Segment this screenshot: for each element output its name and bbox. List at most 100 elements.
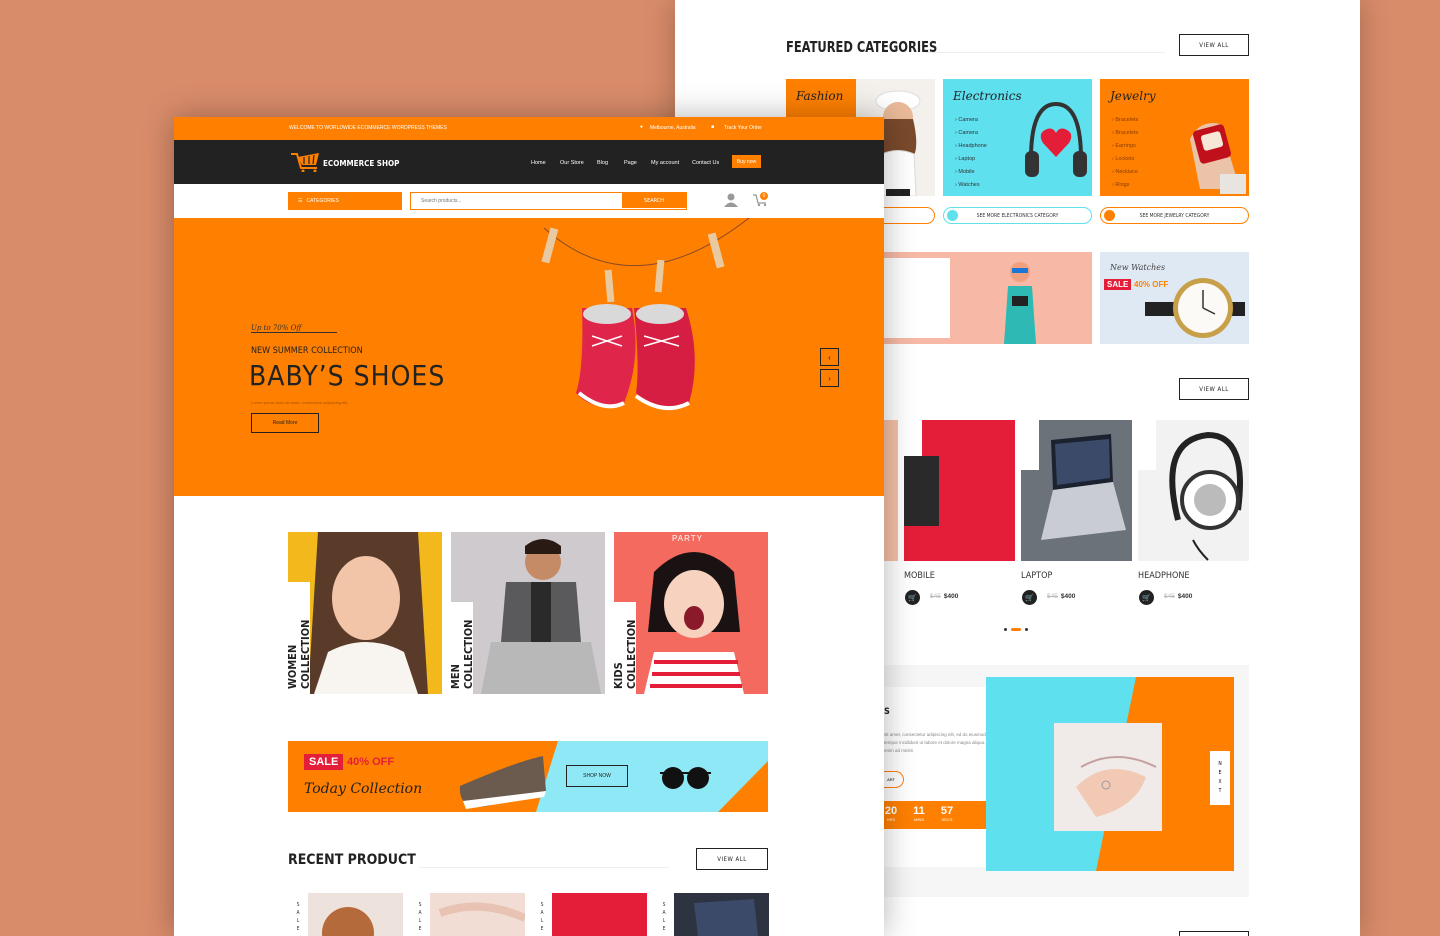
nav-blog[interactable]: Blog	[597, 160, 608, 166]
recent-product-image[interactable]	[410, 893, 525, 936]
deal-heading: S	[884, 707, 890, 717]
view-all-button[interactable]: VIEW ALL	[1179, 378, 1249, 400]
carousel-dot[interactable]	[1025, 628, 1028, 631]
user-icon[interactable]	[724, 193, 738, 207]
product-image-partial	[884, 420, 898, 561]
deal-text: sit amet, consectetur adipiscing elit, e…	[884, 732, 992, 753]
carousel-dot-active[interactable]	[1011, 628, 1021, 631]
top-bar: WELCOME TO WORLDWIDE ECOMMERCE WORDPRESS…	[174, 117, 884, 140]
see-more-electronics-button[interactable]: SEE MORE ELECTRONICS CATEGORY	[943, 207, 1092, 224]
watch-image	[1145, 278, 1245, 338]
recent-product-image[interactable]	[288, 893, 403, 936]
cart-icon[interactable]: 🛒	[905, 590, 920, 605]
arrow-icon	[1104, 210, 1115, 221]
category-list: Bracelets Bracelets Earrings Lockets Nec…	[1112, 114, 1138, 192]
read-more-button[interactable]: Read More	[251, 413, 319, 433]
headphone-product-image[interactable]	[1138, 420, 1249, 561]
mobile-product-image[interactable]	[904, 420, 1015, 561]
nav-our-store[interactable]: Our Store	[560, 160, 584, 166]
banner-panel	[884, 258, 950, 338]
men-collection-card[interactable]: MEN COLLECTION	[451, 532, 605, 694]
nav-my-account[interactable]: My account	[651, 160, 679, 166]
category-link[interactable]: Earrings	[1112, 140, 1138, 153]
main-navbar: ECOMMERCE SHOP Home Our Store Blog Page …	[174, 140, 884, 184]
recent-product-image[interactable]	[654, 893, 769, 936]
collection-label-box: MEN COLLECTION	[451, 602, 475, 694]
product-name[interactable]: LAPTOP	[1021, 571, 1052, 581]
category-link[interactable]: Camera	[955, 114, 987, 127]
nav-contact-us[interactable]: Contact Us	[692, 160, 719, 166]
woman-with-phone-image	[1004, 262, 1036, 344]
category-title: Fashion	[796, 89, 844, 103]
category-card-jewelry[interactable]: Jewelry Bracelets Bracelets Earrings Loc…	[1100, 79, 1249, 196]
recent-product-image[interactable]	[532, 893, 647, 936]
recent-product-title: RECENT PRODUCT	[288, 852, 416, 868]
hero-offer: Up to 70% Off	[251, 324, 338, 333]
discount-text: 40% OFF	[347, 756, 395, 768]
search-input[interactable]	[411, 193, 621, 208]
cart-logo-icon	[291, 153, 319, 172]
sale-badge: SALE	[304, 754, 344, 770]
categories-label: CATEGORIES	[306, 198, 339, 204]
category-link[interactable]: Headphone	[955, 140, 986, 153]
category-link[interactable]: Bracelets	[1112, 127, 1138, 140]
carousel-dot[interactable]	[1004, 628, 1007, 631]
promo-banner[interactable]: SALE 40% OFF Today Collection SHOP NOW	[288, 741, 768, 812]
category-link[interactable]: Mobile	[955, 166, 987, 179]
see-more-jewelry-button[interactable]: SEE MORE JEWELRY CATEGORY	[1100, 207, 1249, 224]
countdown-item: 57 SECS	[940, 805, 954, 822]
product-name[interactable]: HEADPHONE	[1138, 571, 1190, 581]
hero-title: BABY’S SHOES	[249, 359, 446, 392]
countdown-item: 20 HRS	[884, 805, 898, 822]
watch-banner[interactable]: New Watches SALE 40% OFF	[1100, 252, 1249, 344]
cart-icon[interactable]: 🛒	[1022, 590, 1037, 605]
buy-now-button[interactable]: Buy now	[732, 155, 761, 168]
category-link[interactable]: Rings	[1112, 179, 1138, 192]
shop-now-button[interactable]: SHOP NOW	[566, 765, 628, 787]
track-order-link[interactable]: Track Your Order	[724, 125, 762, 131]
search-button[interactable]: SEARCH	[622, 193, 686, 208]
welcome-text: WELCOME TO WORLDWIDE ECOMMERCE WORDPRESS…	[289, 125, 447, 131]
category-link[interactable]: Necklace	[1112, 166, 1138, 179]
category-link[interactable]: Laptop	[955, 153, 987, 166]
product-price: $45 $400	[930, 593, 959, 600]
women-collection-card[interactable]: WOMEN COLLECTION	[288, 532, 442, 694]
slider-prev-button[interactable]: ‹	[820, 348, 839, 366]
next-button[interactable]: NEXT	[1210, 751, 1230, 805]
category-list: Camera Camera Headphone Laptop Mobile Wa…	[955, 114, 987, 192]
hero-slider: Up to 70% Off NEW SUMMER COLLECTION BABY…	[174, 218, 884, 496]
category-link[interactable]: Bracelets	[1112, 114, 1138, 127]
product-name[interactable]: MOBILE	[904, 571, 935, 581]
category-link[interactable]: Camera	[955, 127, 987, 140]
category-link[interactable]: Watches	[955, 179, 987, 192]
countdown-timer: 20 HRS 11 MINS 57 SECS	[884, 801, 992, 829]
nav-home[interactable]: Home	[531, 160, 546, 166]
promo-background	[288, 741, 768, 812]
categories-button[interactable]: ☰ CATEGORIES	[288, 192, 402, 210]
laptop-product-image[interactable]	[1021, 420, 1132, 561]
cart-count-badge: 0	[760, 192, 768, 200]
cart-icon[interactable]: 🛒	[1139, 590, 1154, 605]
countdown-item: 11 MINS	[913, 805, 925, 822]
category-title: Electronics	[953, 89, 1022, 103]
category-card-electronics[interactable]: Electronics Camera Camera Headphone Lapt…	[943, 79, 1092, 196]
promo-script: Today Collection	[304, 781, 423, 797]
menu-icon: ☰	[298, 198, 303, 204]
logo-text[interactable]: ECOMMERCE SHOP	[323, 159, 399, 168]
headphones-image	[1025, 101, 1087, 177]
view-all-button[interactable]: VIEW ALL	[696, 848, 768, 870]
featured-categories-title: FEATURED CATEGORIES	[786, 38, 938, 56]
category-link[interactable]: Lockets	[1112, 153, 1138, 166]
deal-section: S sit amet, consectetur adipiscing elit,…	[874, 665, 1249, 897]
view-all-button-partial[interactable]	[1179, 931, 1249, 936]
nav-page[interactable]: Page	[624, 160, 637, 166]
slider-next-button[interactable]: ›	[820, 369, 839, 387]
collection-label-box: KIDS COLLECTION	[614, 602, 638, 694]
view-all-button[interactable]: VIEW ALL	[1179, 34, 1249, 56]
party-text: PARTY	[672, 534, 703, 543]
arrow-icon	[947, 210, 958, 221]
fashion-banner[interactable]	[884, 252, 1092, 344]
product-price: $45 $400	[1164, 593, 1193, 600]
divider	[419, 867, 669, 868]
kids-collection-card[interactable]: PARTY KIDS COLLECTION	[614, 532, 768, 694]
